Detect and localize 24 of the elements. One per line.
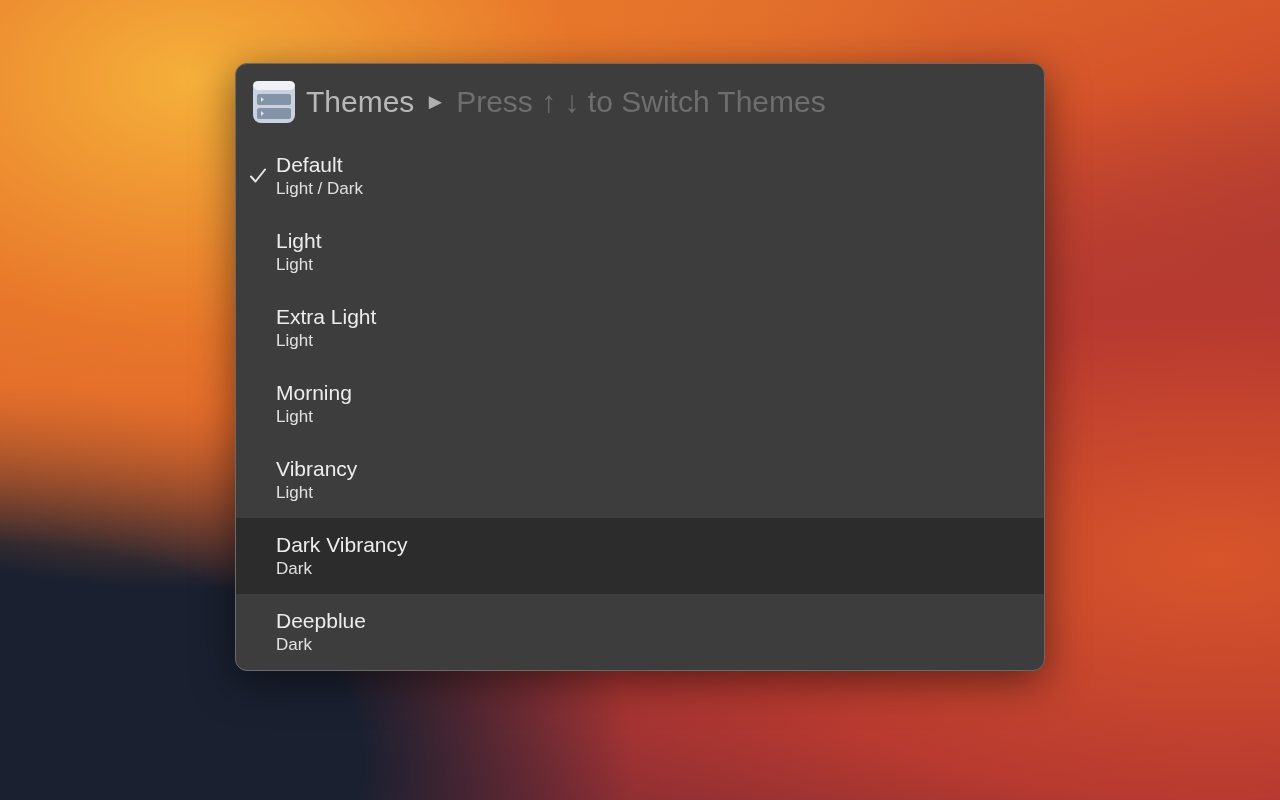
- theme-name: Default: [276, 152, 343, 178]
- theme-name: Extra Light: [276, 304, 377, 330]
- separator-arrow: ►: [424, 89, 447, 115]
- panel-title: Themes: [306, 85, 415, 119]
- theme-mode: Light: [276, 254, 313, 276]
- theme-item[interactable]: Dark Vibrancy Dark: [236, 518, 1044, 594]
- theme-item[interactable]: Extra Light Light: [236, 290, 1044, 366]
- theme-item[interactable]: Deepblue Dark: [236, 594, 1044, 670]
- theme-name: Deepblue: [276, 608, 366, 634]
- theme-name: Dark Vibrancy: [276, 532, 408, 558]
- storage-icon: [252, 80, 296, 124]
- theme-mode: Dark: [276, 558, 312, 580]
- theme-mode: Light / Dark: [276, 178, 363, 200]
- theme-item[interactable]: Default Light / Dark: [236, 138, 1044, 214]
- theme-mode: Light: [276, 406, 313, 428]
- theme-mode: Light: [276, 330, 313, 352]
- theme-item[interactable]: Vibrancy Light: [236, 442, 1044, 518]
- theme-name: Light: [276, 228, 322, 254]
- theme-mode: Dark: [276, 634, 312, 656]
- theme-name: Vibrancy: [276, 456, 358, 482]
- theme-item[interactable]: Light Light: [236, 214, 1044, 290]
- theme-mode: Light: [276, 482, 313, 504]
- theme-item[interactable]: Morning Light: [236, 366, 1044, 442]
- theme-name: Morning: [276, 380, 352, 406]
